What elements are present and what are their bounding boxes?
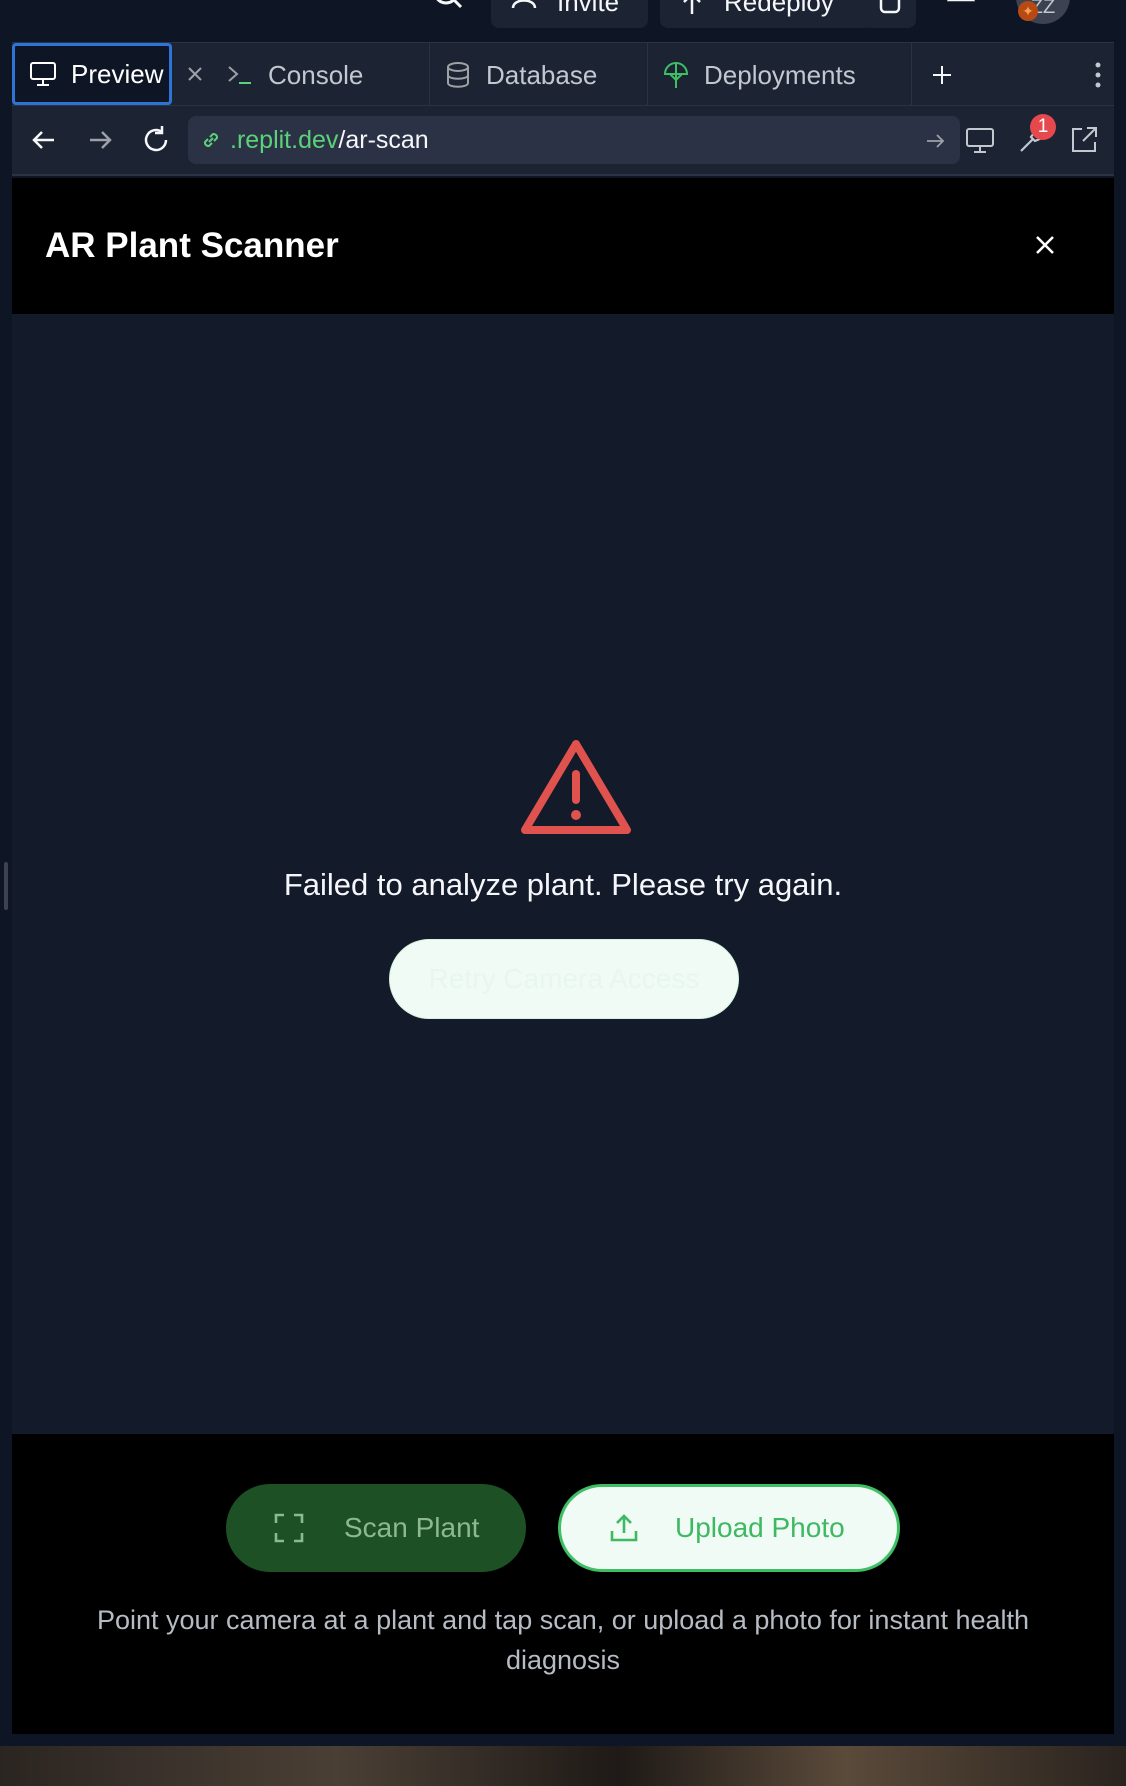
- tab-deployments-label: Deployments: [704, 59, 856, 90]
- bell-icon[interactable]: [944, 0, 978, 12]
- camera-view: Failed to analyze plant. Please try agai…: [12, 314, 1114, 1434]
- url-input[interactable]: .replit.dev/ar-scan: [188, 116, 960, 164]
- tab-preview-label: Preview: [71, 58, 164, 89]
- upload-photo-button[interactable]: Upload Photo: [558, 1484, 900, 1572]
- redeploy-label: Redeploy: [724, 0, 834, 17]
- redeploy-icon: [683, 0, 701, 14]
- app-header: AR Plant Scanner: [12, 178, 1114, 314]
- monitor-icon: [30, 62, 56, 86]
- link-icon: [203, 132, 219, 148]
- search-icon[interactable]: [432, 0, 464, 16]
- reload-icon[interactable]: [140, 124, 172, 156]
- preview-address-bar: .replit.dev/ar-scan: [12, 106, 1114, 176]
- close-icon[interactable]: [1028, 228, 1062, 262]
- upload-icon: [610, 1514, 638, 1542]
- tab-database-label: Database: [486, 59, 598, 90]
- error-message: Failed to analyze plant. Please try agai…: [283, 867, 843, 902]
- terminal-icon: [228, 66, 251, 84]
- pane-tab-bar: Preview Console Database Deployments: [12, 42, 1114, 107]
- upload-photo-label: Upload Photo: [675, 1512, 845, 1543]
- plus-icon[interactable]: [926, 59, 958, 91]
- device-preview-icon[interactable]: [964, 124, 996, 156]
- database-icon: [447, 62, 469, 88]
- invite-label: Invite: [557, 0, 620, 17]
- tab-deployments[interactable]: Deployments: [648, 43, 912, 107]
- more-vertical-icon[interactable]: [1082, 59, 1114, 91]
- forward-arrow-icon[interactable]: [84, 124, 116, 156]
- warning-icon: [521, 740, 631, 834]
- scan-frame-icon: [274, 1513, 304, 1543]
- tab-console[interactable]: Console: [212, 43, 430, 107]
- devtools-notification-badge: 1: [1030, 114, 1056, 140]
- redeploy-button[interactable]: Redeploy: [660, 0, 874, 28]
- pane-resize-handle[interactable]: [4, 862, 8, 910]
- workspace-menu-button[interactable]: [864, 0, 916, 28]
- desktop-background: [0, 1746, 1126, 1786]
- workspace-header: Invite Redeploy ZZ ✦: [0, 0, 1126, 40]
- go-arrow-icon[interactable]: [924, 130, 946, 152]
- instruction-text: Point your camera at a plant and tap sca…: [96, 1605, 1030, 1675]
- retry-camera-button[interactable]: Retry Camera Access: [389, 939, 739, 1019]
- avatar-status-badge: ✦: [1018, 1, 1038, 21]
- back-arrow-icon[interactable]: [28, 124, 60, 156]
- window-icon: [879, 0, 901, 14]
- tab-database[interactable]: Database: [430, 43, 648, 107]
- url-path: /ar-scan: [338, 125, 429, 154]
- close-tab-icon[interactable]: [182, 61, 208, 87]
- user-icon: [511, 0, 537, 9]
- scan-controls: Scan Plant Upload Photo Point your camer…: [12, 1434, 1114, 1734]
- tab-console-label: Console: [268, 59, 364, 90]
- open-in-new-tab-icon[interactable]: [1068, 124, 1100, 156]
- invite-button[interactable]: Invite: [491, 0, 648, 28]
- url-domain: .replit.dev: [230, 125, 339, 154]
- scan-plant-label: Scan Plant: [344, 1512, 480, 1543]
- deployments-icon: [663, 62, 689, 88]
- scan-plant-button[interactable]: Scan Plant: [226, 1484, 526, 1572]
- page-title: AR Plant Scanner: [45, 226, 339, 265]
- tab-preview[interactable]: Preview: [12, 43, 172, 105]
